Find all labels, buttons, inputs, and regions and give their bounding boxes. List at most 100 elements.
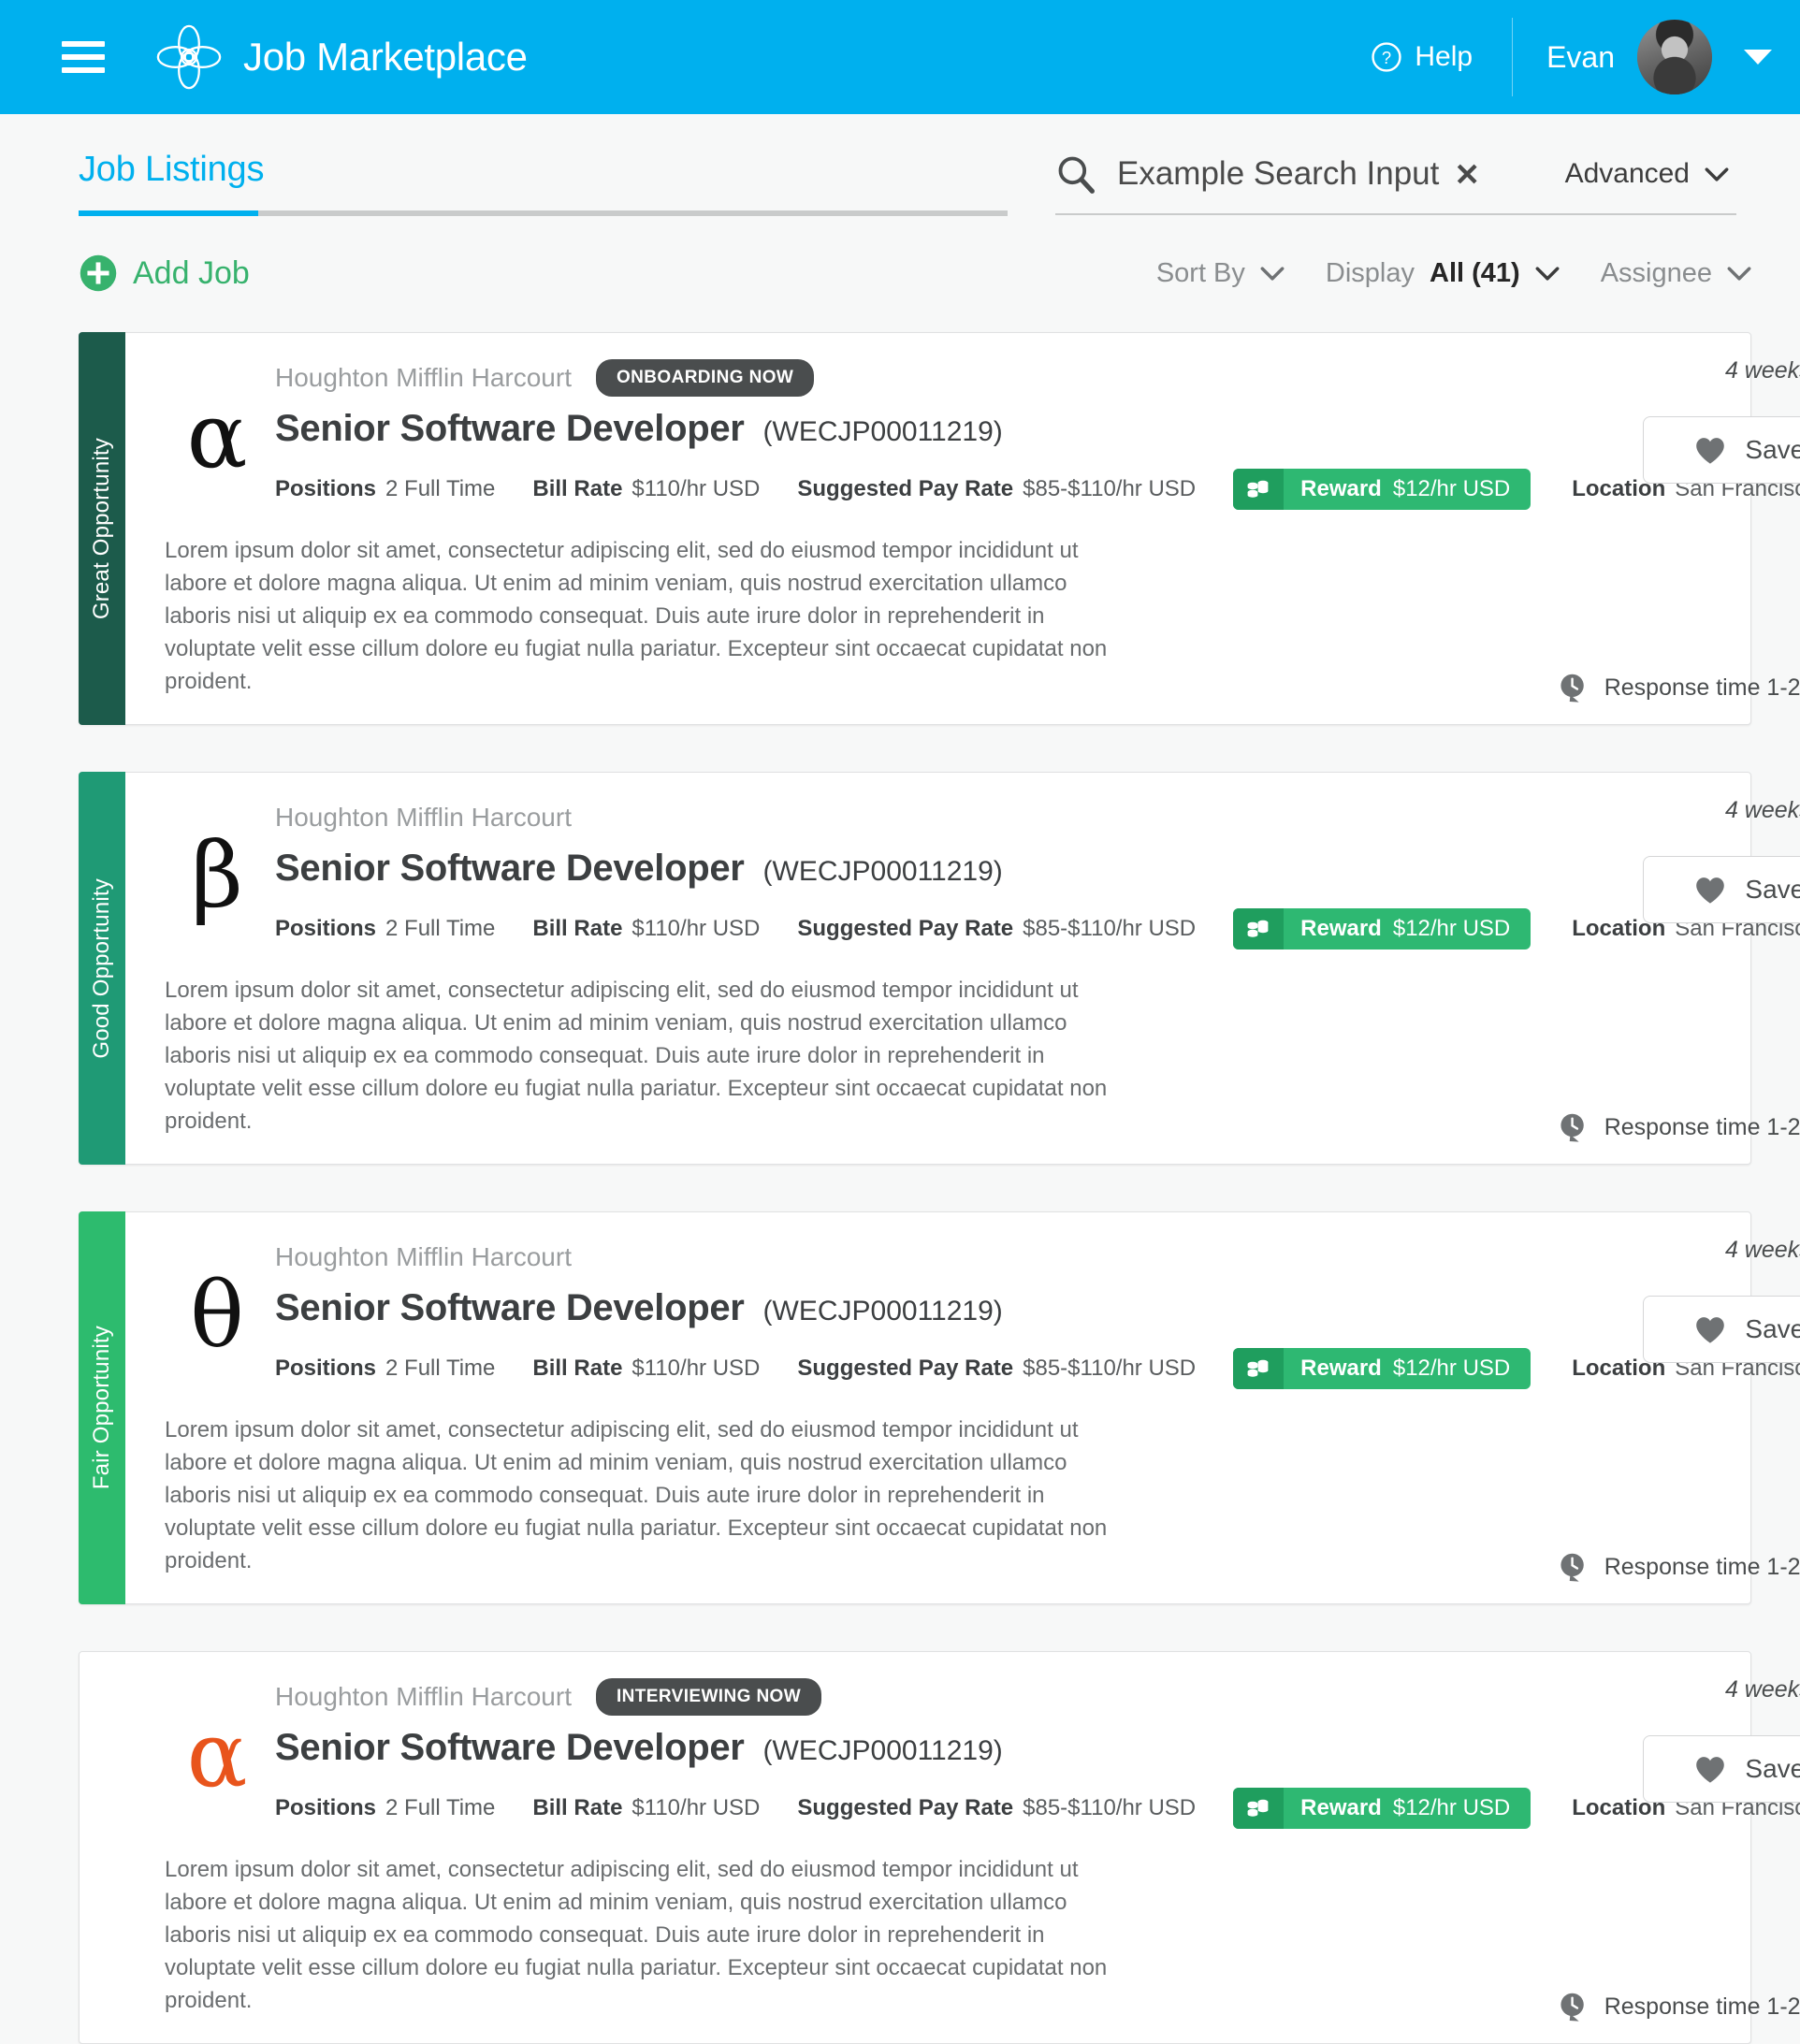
save-button[interactable]: Save	[1643, 1735, 1800, 1803]
job-card-body: θ Houghton Mifflin Harcourt Senior Softw…	[125, 1212, 1800, 1603]
assignee-dropdown[interactable]: Assignee	[1601, 258, 1751, 289]
hamburger-menu-icon[interactable]	[62, 41, 105, 73]
bill-rate-meta: Bill Rate $110/hr USD	[532, 1795, 760, 1821]
opportunity-ribbon-label: Great Opportunity	[89, 437, 114, 620]
pay-rate-value: $85-$110/hr USD	[1023, 1355, 1197, 1381]
close-x-icon[interactable]: ✕	[1454, 159, 1480, 190]
positions-meta: Positions 2 Full Time	[275, 916, 495, 942]
job-card-actions: 4 weeks ago Save Response time 1-2 days	[1459, 773, 1800, 1164]
assignee-label: Assignee	[1600, 257, 1712, 288]
bill-rate-value: $110/hr USD	[631, 916, 761, 941]
pay-rate-meta: Suggested Pay Rate $85-$110/hr USD	[797, 1355, 1196, 1382]
chevron-down-icon	[1535, 266, 1560, 281]
job-card-actions: 4 weeks ago Save Response time 1-2 days	[1459, 1212, 1800, 1603]
job-description: Lorem ipsum dolor sit amet, consectetur …	[165, 538, 1108, 694]
save-label: Save	[1745, 1754, 1800, 1783]
opportunity-ribbon: Good Opportunity	[79, 772, 125, 1165]
job-card-actions: 4 weeks ago Save Response time 1-2 days	[1459, 333, 1800, 724]
save-label: Save	[1745, 875, 1800, 904]
heart-icon	[1696, 1756, 1725, 1783]
tab-job-listings[interactable]: Job Listings	[79, 150, 264, 210]
tab-bar: Job Listings	[79, 150, 1014, 216]
positions-label: Positions	[275, 1355, 377, 1381]
bill-rate-label: Bill Rate	[532, 1795, 623, 1820]
company-name: Houghton Mifflin Harcourt	[275, 363, 572, 392]
bill-rate-meta: Bill Rate $110/hr USD	[532, 1355, 760, 1382]
job-id: (WECJP00011219)	[762, 856, 1003, 887]
reward-label: Reward	[1300, 1795, 1382, 1820]
positions-label: Positions	[275, 916, 377, 941]
save-button[interactable]: Save	[1643, 416, 1800, 484]
display-value: All (41)	[1430, 257, 1520, 288]
top-navigation-bar: Job Marketplace ? Help Evan	[0, 0, 1800, 114]
positions-value: 2 Full Time	[385, 1355, 496, 1381]
advanced-search-toggle[interactable]: Advanced	[1565, 158, 1736, 190]
job-title[interactable]: Senior Software Developer	[275, 1727, 745, 1769]
job-title[interactable]: Senior Software Developer	[275, 848, 745, 890]
user-menu[interactable]: Evan	[1546, 20, 1772, 94]
pay-rate-label: Suggested Pay Rate	[797, 1795, 1014, 1820]
display-dropdown[interactable]: Display All (41)	[1326, 258, 1560, 289]
user-name: Evan	[1546, 39, 1615, 74]
positions-label: Positions	[275, 1795, 377, 1820]
job-card[interactable]: α Houghton Mifflin Harcourt INTERVIEWING…	[79, 1651, 1800, 2044]
pay-rate-label: Suggested Pay Rate	[797, 1355, 1014, 1381]
opportunity-ribbon-label: Fair Opportunity	[89, 1326, 114, 1490]
posted-time: 4 weeks ago	[1724, 797, 1800, 823]
sort-by-label: Sort By	[1155, 257, 1245, 288]
company-glyph-icon: α	[186, 384, 248, 488]
heart-icon	[1696, 877, 1725, 904]
advanced-label: Advanced	[1564, 158, 1690, 189]
plus-circle-icon	[80, 254, 117, 292]
coins-icon	[1233, 469, 1285, 510]
bill-rate-meta: Bill Rate $110/hr USD	[532, 476, 760, 502]
response-time-label: Response time 1-2 days	[1604, 1553, 1800, 1580]
caret-down-icon[interactable]	[1744, 50, 1772, 65]
pay-rate-meta: Suggested Pay Rate $85-$110/hr USD	[797, 476, 1196, 502]
save-button[interactable]: Save	[1643, 1296, 1800, 1363]
job-title[interactable]: Senior Software Developer	[275, 1287, 745, 1329]
topbar-right-group: ? Help Evan	[1371, 0, 1772, 114]
avatar[interactable]	[1637, 20, 1712, 94]
job-card[interactable]: Great Opportunity α Houghton Mifflin Har…	[79, 332, 1800, 725]
save-button[interactable]: Save	[1643, 856, 1800, 923]
heart-icon	[1696, 437, 1725, 464]
save-label: Save	[1745, 1314, 1800, 1343]
job-card[interactable]: Fair Opportunity θ Houghton Mifflin Harc…	[79, 1211, 1800, 1604]
job-listing-list: Great Opportunity α Houghton Mifflin Har…	[0, 293, 1800, 2044]
reward-label: Reward	[1300, 916, 1382, 941]
add-job-button[interactable]: Add Job	[79, 254, 250, 293]
clock-icon	[1560, 1993, 1584, 2022]
chevron-down-icon	[1705, 167, 1729, 181]
search-input[interactable]: Example Search Input	[1117, 155, 1439, 193]
pay-rate-label: Suggested Pay Rate	[797, 916, 1014, 941]
chevron-down-icon	[1260, 266, 1285, 281]
response-time: Response time 1-2 days	[1558, 1551, 1800, 1583]
sort-by-dropdown[interactable]: Sort By	[1156, 258, 1285, 289]
job-id: (WECJP00011219)	[762, 1296, 1003, 1326]
opportunity-ribbon	[79, 1651, 125, 2044]
search-icon[interactable]	[1055, 153, 1096, 195]
job-title[interactable]: Senior Software Developer	[275, 408, 745, 450]
svg-text:?: ?	[1382, 48, 1391, 67]
help-button[interactable]: ? Help	[1371, 41, 1473, 73]
pay-rate-meta: Suggested Pay Rate $85-$110/hr USD	[797, 916, 1196, 942]
response-time: Response time 1-2 days	[1558, 1111, 1800, 1143]
page-content: Job Listings Example Search Input ✕ Adva…	[0, 114, 1800, 2044]
clock-icon	[1560, 1113, 1584, 1142]
tab-underline-rail	[79, 210, 1008, 216]
app-title: Job Marketplace	[243, 35, 528, 79]
company-name: Houghton Mifflin Harcourt	[275, 1242, 572, 1271]
response-time-label: Response time 1-2 days	[1604, 674, 1800, 701]
positions-label: Positions	[275, 476, 377, 501]
filter-group: Sort By Display All (41) Assignee	[1156, 258, 1751, 289]
bill-rate-value: $110/hr USD	[631, 476, 761, 501]
positions-meta: Positions 2 Full Time	[275, 1355, 495, 1382]
coins-icon	[1233, 908, 1285, 950]
coins-icon	[1233, 1788, 1285, 1829]
job-card[interactable]: Good Opportunity β Houghton Mifflin Harc…	[79, 772, 1800, 1165]
question-circle-icon: ?	[1372, 42, 1402, 72]
positions-value: 2 Full Time	[385, 916, 496, 941]
company-name: Houghton Mifflin Harcourt	[275, 1682, 572, 1711]
job-card-body: β Houghton Mifflin Harcourt Senior Softw…	[125, 773, 1800, 1164]
